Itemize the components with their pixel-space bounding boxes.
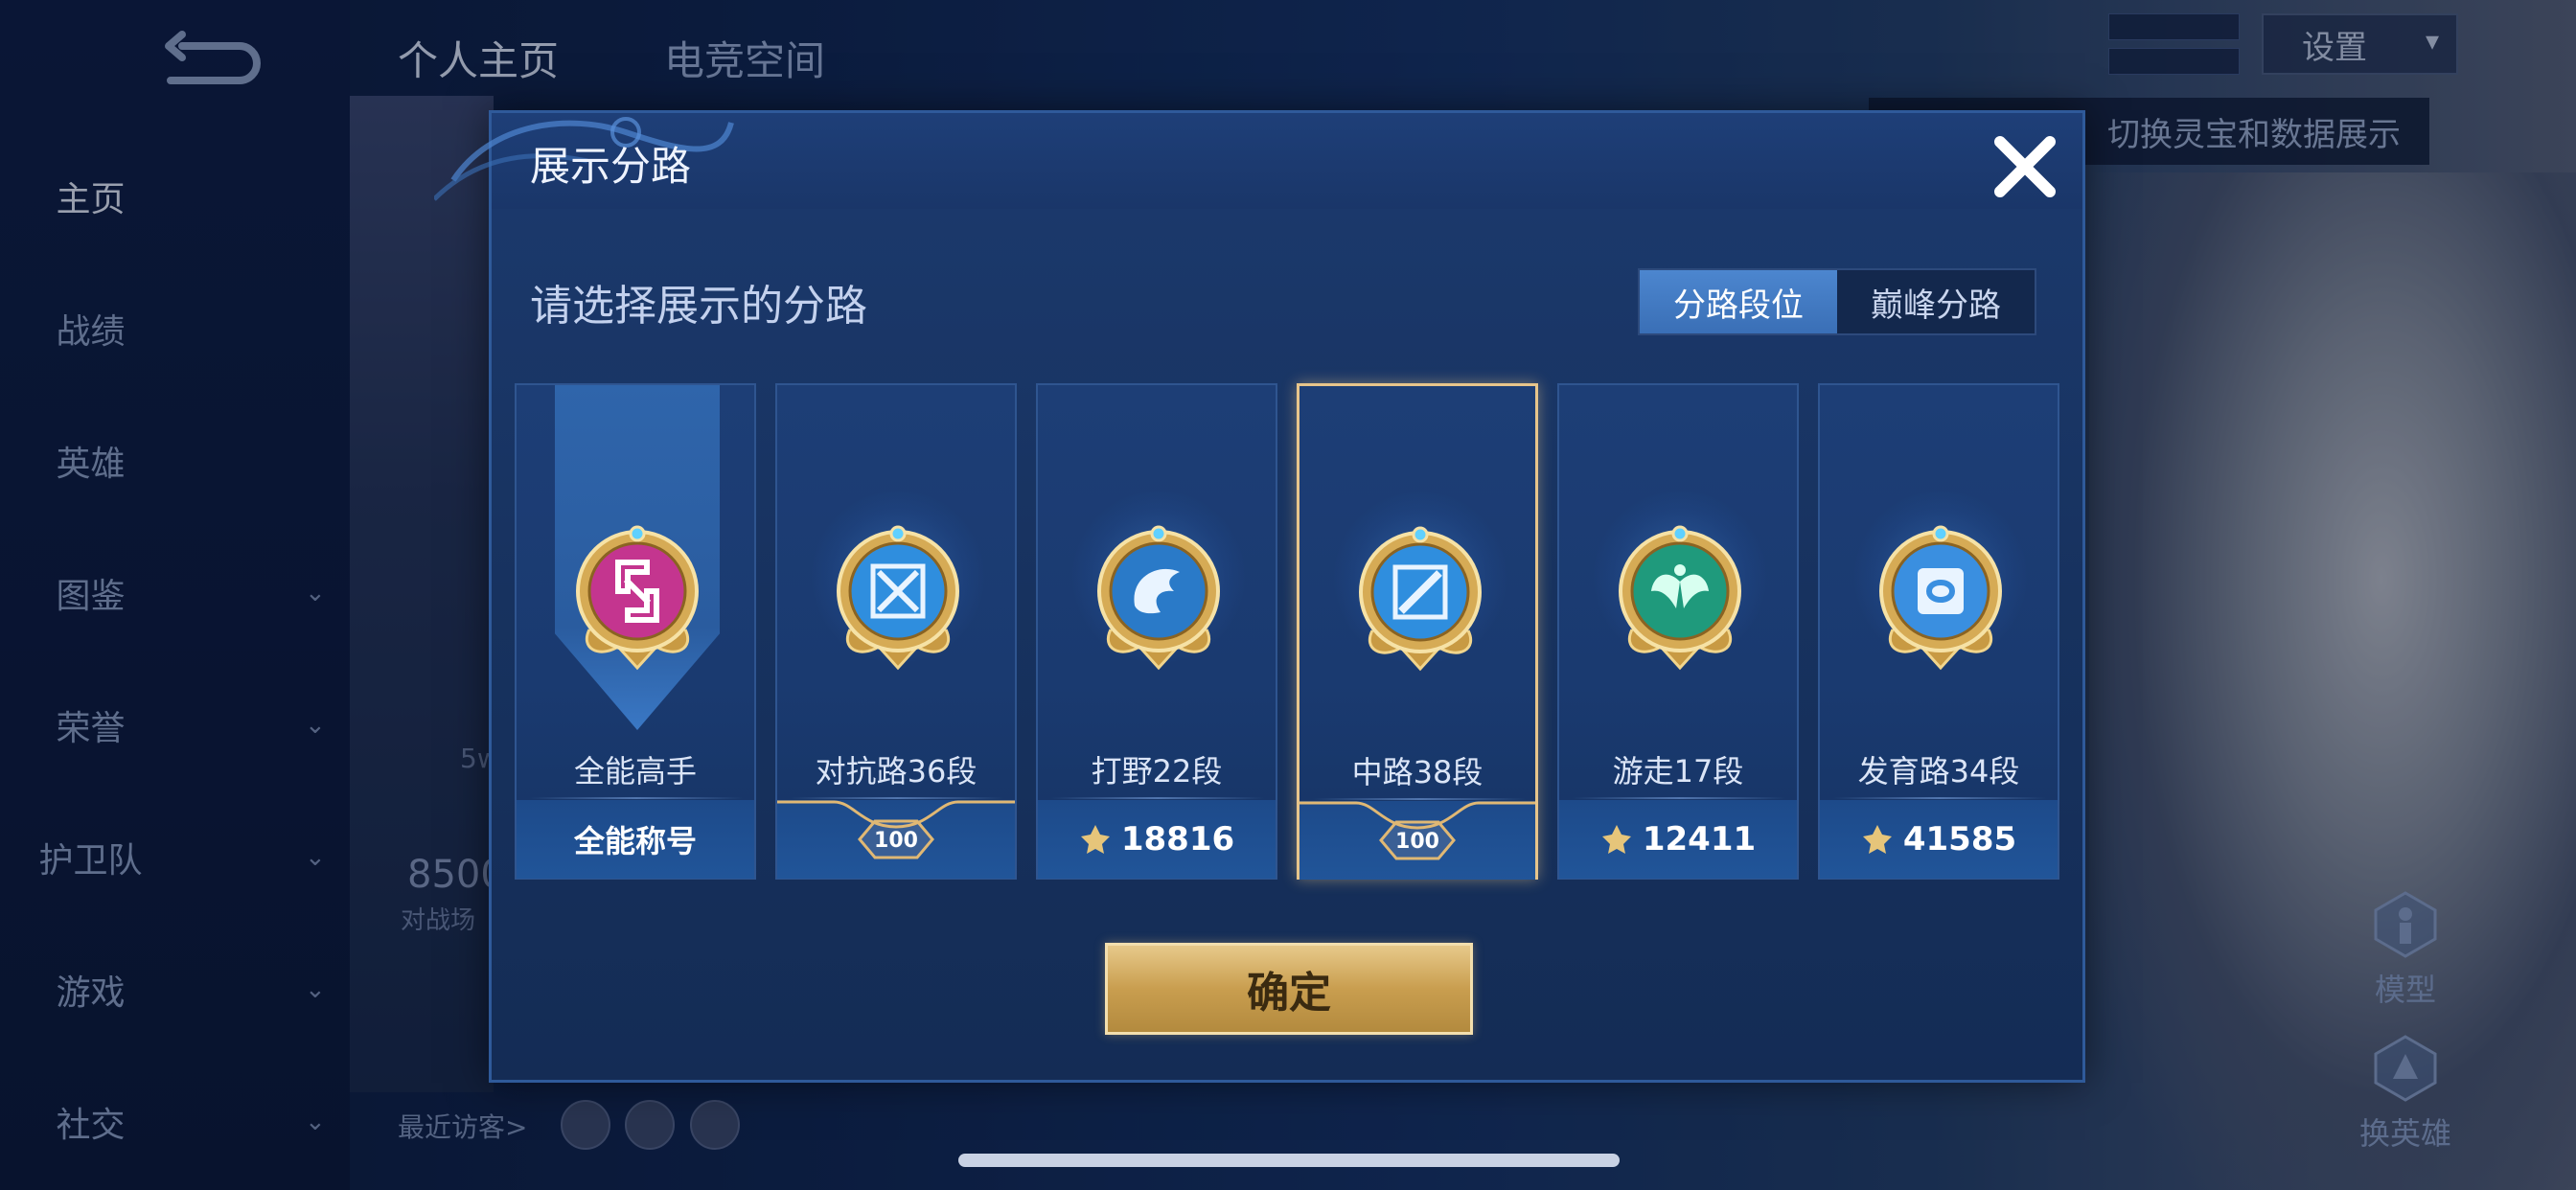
card-divider <box>791 797 1003 799</box>
title-text: 全能称号 <box>573 823 697 859</box>
dialog-title: 展示分路 <box>530 143 692 190</box>
lane-card[interactable]: 中路38段 100 <box>1297 383 1538 880</box>
lane-card[interactable]: 对抗路36段 100 <box>775 383 1017 880</box>
wings-icon <box>1613 524 1747 677</box>
lane-card[interactable]: 发育路34段 41585 <box>1818 383 2059 880</box>
lane-rank-label: 中路38段 <box>1351 754 1484 790</box>
card-footer: 12411 <box>1559 800 1797 879</box>
toggle-peak-lane[interactable]: 巅峰分路 <box>1837 270 2035 333</box>
ornament-icon <box>1300 801 1535 830</box>
target-icon <box>1874 524 2008 677</box>
lane-rank-label: 发育路34段 <box>1857 753 2020 790</box>
card-divider <box>1051 797 1264 799</box>
close-icon[interactable] <box>1987 128 2063 205</box>
lane-rank-label: 打野22段 <box>1091 753 1223 790</box>
card-divider <box>1573 797 1785 799</box>
badge-value: 100 <box>1395 830 1439 854</box>
lane-rank-label: 游走17段 <box>1612 753 1744 790</box>
lane-card[interactable]: 游走17段 12411 <box>1557 383 1799 880</box>
rank-points: 18816 <box>1120 820 1235 858</box>
home-indicator <box>958 1154 1620 1167</box>
lane-type-toggle: 分路段位 巅峰分路 <box>1638 268 2036 335</box>
lane-card[interactable]: 全能高手 全能称号 <box>515 383 756 880</box>
dragon-icon <box>1092 524 1226 677</box>
card-divider <box>1833 797 2046 799</box>
card-footer: 100 <box>777 800 1015 879</box>
lane-cards: 全能高手 全能称号 对抗路36段 100 打野22段 18816 中路38段 100 游走17段… <box>515 383 2067 881</box>
rank-points-icon <box>1080 825 1110 854</box>
card-footer: 18816 <box>1038 800 1276 879</box>
sword-icon <box>831 524 965 677</box>
card-footer: 41585 <box>1820 800 2058 879</box>
dialog-subtitle: 请选择展示的分路 <box>530 282 867 331</box>
lane-card[interactable]: 打野22段 18816 <box>1036 383 1277 880</box>
badge-value: 100 <box>874 829 918 853</box>
toggle-lane-rank[interactable]: 分路段位 <box>1640 270 1837 333</box>
confirm-button[interactable]: 确定 <box>1105 943 1473 1035</box>
lane-rank-label: 全能高手 <box>573 753 697 790</box>
card-divider <box>530 797 743 799</box>
rank-points-icon <box>1601 825 1631 854</box>
ornament-icon <box>777 800 1015 829</box>
allround-icon <box>570 524 704 677</box>
wand-icon <box>1353 525 1487 678</box>
card-footer: 全能称号 <box>517 800 754 879</box>
lane-rank-label: 对抗路36段 <box>815 753 978 790</box>
card-divider <box>1313 798 1526 800</box>
rank-points: 12411 <box>1642 820 1757 858</box>
card-footer: 100 <box>1300 801 1535 880</box>
lane-display-dialog: 展示分路 请选择展示的分路 分路段位 巅峰分路 全能高手 全能称号 对抗路36段 10… <box>434 110 2085 1083</box>
rank-points: 41585 <box>1902 820 2017 858</box>
rank-points-icon <box>1862 825 1892 854</box>
